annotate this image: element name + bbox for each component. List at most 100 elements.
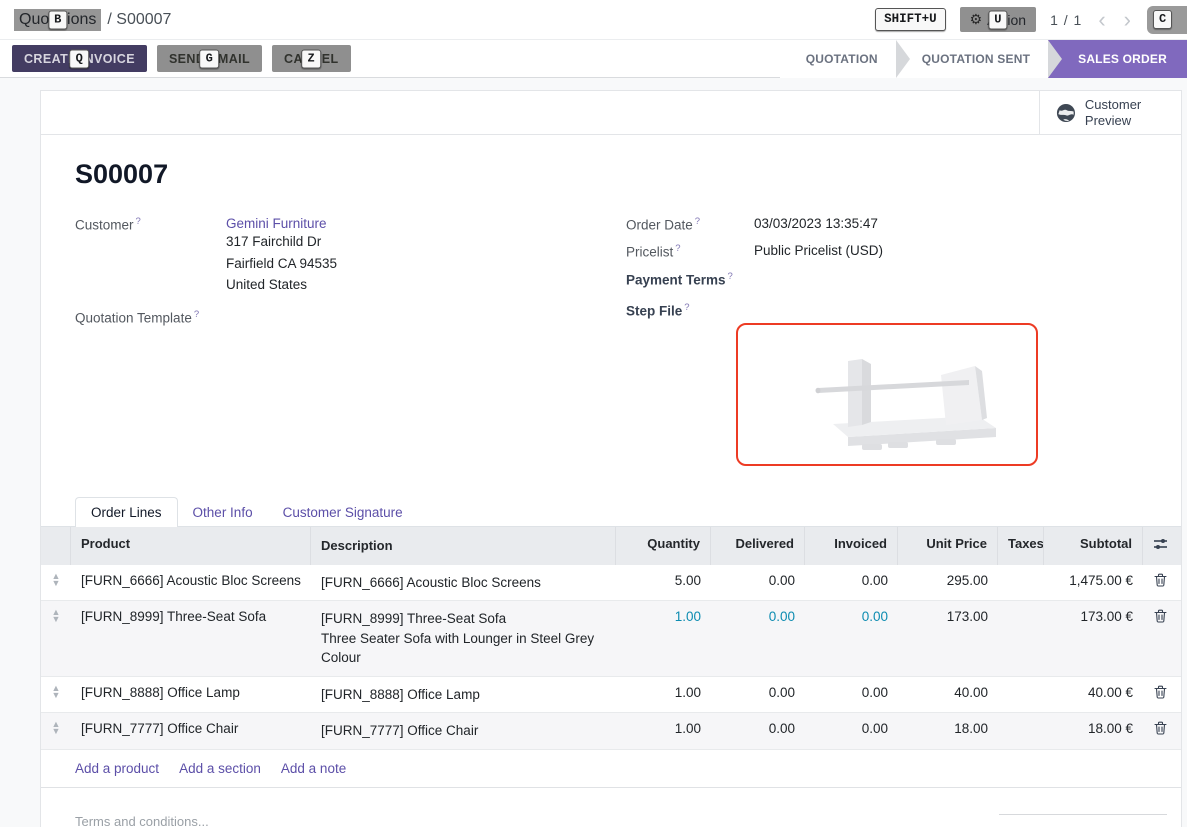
cell-invoiced-highlighted[interactable]: 0.00 (805, 601, 898, 676)
header-quantity: Quantity (616, 527, 711, 565)
cell-taxes[interactable] (998, 713, 1044, 749)
hint-key-badge-z: Z (301, 49, 321, 68)
trash-icon (1154, 573, 1167, 587)
cell-delivered[interactable]: 0.00 (711, 713, 805, 749)
cell-delivered[interactable]: 0.00 (711, 677, 805, 713)
hint-key-badge-u: U (988, 10, 1007, 29)
cell-invoiced[interactable]: 0.00 (805, 565, 898, 601)
status-step-sales-order-active[interactable]: SALES ORDER (1048, 40, 1187, 78)
status-step-quotation-sent[interactable]: QUOTATION SENT (896, 40, 1048, 78)
top-navbar: Quotations B / S00007 SHIFT+U ⚙ Action U… (0, 0, 1187, 40)
cell-product[interactable]: [FURN_7777] Office Chair (71, 713, 311, 749)
cell-invoiced[interactable]: 0.00 (805, 713, 898, 749)
cell-unit-price[interactable]: 40.00 (898, 677, 998, 713)
cell-taxes[interactable] (998, 601, 1044, 676)
status-step-quotation[interactable]: QUOTATION (780, 40, 896, 78)
pager-previous-icon[interactable]: ‹ (1096, 10, 1107, 30)
optional-columns-button[interactable] (1143, 527, 1178, 565)
delete-row-button[interactable] (1143, 677, 1178, 713)
order-line-row[interactable]: ▲▼ [FURN_7777] Office Chair [FURN_7777] … (41, 713, 1181, 750)
help-icon: ? (675, 243, 680, 254)
send-email-button[interactable]: SEND EMAIL G (157, 45, 262, 72)
order-line-row[interactable]: ▲▼ [FURN_6666] Acoustic Bloc Screens [FU… (41, 565, 1181, 602)
help-icon: ? (728, 271, 733, 282)
pricelist-value[interactable]: Public Pricelist (USD) (754, 243, 883, 260)
cell-quantity-highlighted[interactable]: 1.00 (616, 601, 711, 676)
cell-taxes[interactable] (998, 677, 1044, 713)
payment-terms-label: Payment Terms? (626, 271, 754, 288)
action-menu-button[interactable]: ⚙ Action U (960, 7, 1036, 32)
customer-address-line1: 317 Fairchild Dr (226, 231, 337, 253)
cell-unit-price[interactable]: 173.00 (898, 601, 998, 676)
cell-product[interactable]: [FURN_6666] Acoustic Bloc Screens (71, 565, 311, 601)
order-date-value[interactable]: 03/03/2023 13:35:47 (754, 216, 878, 233)
pager-next-icon[interactable]: › (1122, 10, 1133, 30)
hint-key-badge-q: Q (70, 49, 90, 68)
status-quotation-sent-label: QUOTATION SENT (922, 52, 1030, 66)
create-invoice-button[interactable]: CREATE INVOICE Q (12, 45, 147, 72)
step-file-label: Step File? (626, 302, 754, 319)
help-icon: ? (136, 216, 141, 227)
order-line-row[interactable]: ▲▼ [FURN_8999] Three-Seat Sofa [FURN_899… (41, 601, 1181, 677)
header-invoiced: Invoiced (805, 527, 898, 565)
help-icon: ? (194, 309, 199, 320)
customer-preview-button[interactable]: Customer Preview (1039, 91, 1181, 134)
cell-product[interactable]: [FURN_8999] Three-Seat Sofa (71, 601, 311, 676)
tab-other-info[interactable]: Other Info (178, 498, 268, 527)
delete-row-button[interactable] (1143, 601, 1178, 676)
breadcrumb-current: / S00007 (107, 11, 171, 29)
delete-row-button[interactable] (1143, 713, 1178, 749)
drag-handle-icon[interactable]: ▲▼ (41, 677, 71, 713)
order-date-label: Order Date? (626, 216, 754, 233)
cell-unit-price[interactable]: 295.00 (898, 565, 998, 601)
cell-delivered-highlighted[interactable]: 0.00 (711, 601, 805, 676)
cancel-button[interactable]: CANCEL Z (272, 45, 350, 72)
header-delivered: Delivered (711, 527, 805, 565)
drag-handle-icon[interactable]: ▲▼ (41, 713, 71, 749)
cell-description[interactable]: [FURN_8888] Office Lamp (311, 677, 616, 713)
cell-quantity[interactable]: 5.00 (616, 565, 711, 601)
list-add-links: Add a product Add a section Add a note (41, 750, 1181, 788)
tab-order-lines[interactable]: Order Lines (75, 497, 178, 527)
customer-link[interactable]: Gemini Furniture (226, 216, 337, 231)
drag-handle-icon[interactable]: ▲▼ (41, 565, 71, 601)
step-file-3d-model (738, 325, 1036, 464)
hint-key-badge-b: B (48, 10, 67, 29)
add-product-link[interactable]: Add a product (75, 761, 159, 776)
hinted-button-cutoff[interactable]: C (1147, 6, 1187, 34)
add-section-link[interactable]: Add a section (179, 761, 261, 776)
field-customer: Customer? Gemini Furniture 317 Fairchild… (75, 216, 626, 296)
cell-description[interactable]: [FURN_8999] Three-Seat Sofa Three Seater… (311, 601, 616, 676)
cell-taxes[interactable] (998, 565, 1044, 601)
help-icon: ? (684, 302, 689, 313)
step-file-image[interactable] (736, 323, 1038, 466)
trash-icon (1154, 721, 1167, 735)
breadcrumb: Quotations B / S00007 (14, 9, 171, 31)
cell-subtotal: 1,475.00 € (1044, 565, 1143, 601)
header-unit-price: Unit Price (898, 527, 998, 565)
cell-unit-price[interactable]: 18.00 (898, 713, 998, 749)
form-sheet: Customer Preview S00007 Customer? Gemini… (40, 90, 1182, 827)
topbar-right-cluster: SHIFT+U ⚙ Action U 1 / 1 ‹ › C (875, 6, 1173, 34)
cell-quantity[interactable]: 1.00 (616, 713, 711, 749)
cell-delivered[interactable]: 0.00 (711, 565, 805, 601)
total-box: Total: 1,706.00 € (999, 814, 1167, 827)
cell-subtotal: 40.00 € (1044, 677, 1143, 713)
breadcrumb-quotations-link[interactable]: Quotations B (14, 9, 101, 31)
notebook-tabs: Order Lines Other Info Customer Signatur… (75, 496, 1161, 527)
cell-quantity[interactable]: 1.00 (616, 677, 711, 713)
cell-invoiced[interactable]: 0.00 (805, 677, 898, 713)
cell-description[interactable]: [FURN_6666] Acoustic Bloc Screens (311, 565, 616, 601)
delete-row-button[interactable] (1143, 565, 1178, 601)
cell-product[interactable]: [FURN_8888] Office Lamp (71, 677, 311, 713)
terms-and-conditions-input[interactable]: Terms and conditions... (75, 814, 209, 827)
add-note-link[interactable]: Add a note (281, 761, 346, 776)
field-step-file: Step File? (626, 302, 1161, 319)
gear-icon: ⚙ (970, 11, 983, 28)
cell-description[interactable]: [FURN_7777] Office Chair (311, 713, 616, 749)
status-sales-order-label: SALES ORDER (1078, 52, 1167, 66)
order-line-row[interactable]: ▲▼ [FURN_8888] Office Lamp [FURN_8888] O… (41, 677, 1181, 714)
order-lines-table: Product Description Quantity Delivered I… (41, 526, 1181, 788)
drag-handle-icon[interactable]: ▲▼ (41, 601, 71, 676)
tab-customer-signature[interactable]: Customer Signature (268, 498, 418, 527)
